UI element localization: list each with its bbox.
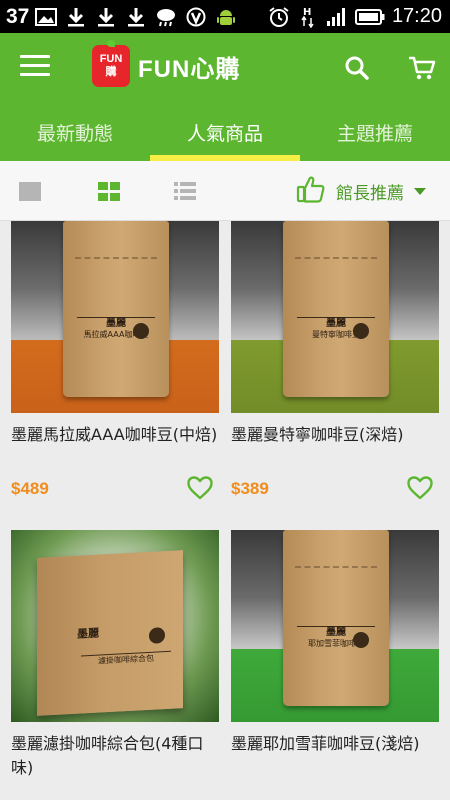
product-title: 墨麗馬拉威AAA咖啡豆(中焙) bbox=[11, 425, 218, 444]
status-number: 37 bbox=[6, 4, 30, 28]
android-icon bbox=[215, 7, 237, 27]
product-title: 墨麗曼特寧咖啡豆(深焙) bbox=[231, 425, 404, 444]
product-card[interactable]: 墨麗 馬拉威AAA咖啡豆 墨麗馬拉威AAA咖啡豆(中焙) $489 bbox=[11, 221, 219, 511]
product-card[interactable]: 墨麗 濾掛咖啡綜合包 墨麗濾掛咖啡綜合包(4種口味) bbox=[11, 530, 219, 800]
product-card[interactable]: 墨麗 曼特寧咖啡豆 墨麗曼特寧咖啡豆(深焙) $389 bbox=[231, 221, 439, 511]
logo-badge-line1: FUN bbox=[99, 53, 123, 65]
network-h-icon: H bbox=[297, 7, 319, 28]
grid-view-icon[interactable] bbox=[98, 182, 120, 201]
view-filter-bar: 館長推薦 bbox=[0, 161, 450, 221]
product-card[interactable]: 墨麗 耶加雪菲咖啡豆 墨麗耶加雪菲咖啡豆(淺焙) bbox=[231, 530, 439, 800]
product-title: 墨麗濾掛咖啡綜合包(4種口味) bbox=[11, 734, 204, 777]
sort-dropdown[interactable]: 館長推薦 bbox=[296, 173, 426, 209]
drip-coffee-box-image: 墨麗 濾掛咖啡綜合包 bbox=[37, 550, 183, 716]
download-icon bbox=[125, 7, 147, 27]
menu-icon[interactable] bbox=[20, 55, 50, 81]
app-bar: FUN 購 FUN心購 bbox=[0, 33, 450, 103]
download-icon bbox=[95, 7, 117, 27]
tab-latest[interactable]: 最新動態 bbox=[0, 103, 150, 161]
clock-time: 17:20 bbox=[391, 5, 442, 27]
coffee-bag-image: 墨麗 曼特寧咖啡豆 bbox=[283, 221, 389, 397]
coffee-bag-image: 墨麗 耶加雪菲咖啡豆 bbox=[283, 530, 389, 706]
product-image: 墨麗 濾掛咖啡綜合包 bbox=[11, 530, 219, 722]
tab-popular[interactable]: 人氣商品 bbox=[150, 103, 300, 161]
category-tabs: 最新動態 人氣商品 主題推薦 bbox=[0, 103, 450, 161]
download-icon bbox=[65, 7, 87, 27]
product-image: 墨麗 馬拉威AAA咖啡豆 bbox=[11, 221, 219, 413]
sort-label: 館長推薦 bbox=[336, 183, 404, 204]
logo-badge-line2: 購 bbox=[105, 66, 117, 78]
logo-text: FUN心購 bbox=[138, 55, 241, 83]
weather-icon bbox=[155, 7, 177, 27]
product-title: 墨麗耶加雪菲咖啡豆(淺焙) bbox=[231, 734, 420, 753]
tab-featured[interactable]: 主題推薦 bbox=[300, 103, 450, 161]
single-view-icon[interactable] bbox=[19, 182, 41, 201]
cart-icon[interactable] bbox=[408, 55, 436, 81]
thumbs-up-icon bbox=[296, 174, 326, 208]
app-logo: FUN 購 FUN心購 bbox=[92, 40, 241, 87]
product-price: $489 bbox=[11, 479, 49, 498]
coffee-bag-image: 墨麗 馬拉威AAA咖啡豆 bbox=[63, 221, 169, 397]
signal-icon bbox=[326, 7, 348, 27]
list-view-icon[interactable] bbox=[174, 182, 196, 201]
gallery-icon bbox=[35, 7, 58, 27]
logo-badge: FUN 購 bbox=[92, 40, 130, 87]
dropdown-caret-icon bbox=[414, 187, 426, 195]
battery-icon bbox=[354, 7, 385, 27]
heart-icon[interactable] bbox=[187, 476, 213, 500]
status-bar: 37 H 17:20 bbox=[0, 0, 450, 33]
product-image: 墨麗 耶加雪菲咖啡豆 bbox=[231, 530, 439, 722]
product-image: 墨麗 曼特寧咖啡豆 bbox=[231, 221, 439, 413]
heart-icon[interactable] bbox=[407, 476, 433, 500]
alarm-icon bbox=[268, 6, 290, 27]
product-price: $389 bbox=[231, 479, 269, 498]
search-icon[interactable] bbox=[344, 55, 370, 81]
shield-icon bbox=[185, 7, 207, 27]
